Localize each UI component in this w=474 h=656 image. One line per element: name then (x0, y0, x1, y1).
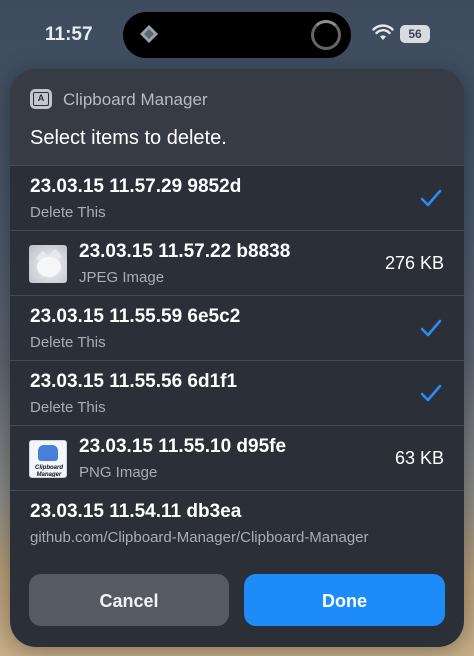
delete-items-sheet: A Clipboard Manager Select items to dele… (10, 69, 464, 647)
shortcuts-icon (140, 25, 158, 43)
checkmark-icon (420, 384, 442, 402)
item-subtitle: Delete This (30, 334, 106, 351)
checkmark-icon (420, 189, 442, 207)
item-subtitle: github.com/Clipboard-Manager/Clipboard-M… (30, 529, 369, 546)
list-item[interactable]: Clipboard Manager 23.03.15 11.55.10 d95f… (10, 425, 464, 490)
item-title: 23.03.15 11.57.22 b8838 (79, 241, 291, 262)
item-title: 23.03.15 11.55.59 6e5c2 (30, 306, 241, 327)
sheet-header: A Clipboard Manager Select items to dele… (10, 69, 464, 165)
thumbnail-logo-text: Clipboard Manager (35, 465, 63, 478)
dynamic-island (123, 12, 351, 58)
item-subtitle: PNG Image (79, 464, 158, 481)
sheet-prompt: Select items to delete. (30, 127, 227, 149)
item-subtitle: Delete This (30, 204, 106, 221)
clipboard-app-icon: A (30, 89, 52, 109)
battery-indicator: 56 (400, 25, 430, 43)
item-title: 23.03.15 11.57.29 9852d (30, 176, 242, 197)
item-size: 276 KB (384, 253, 444, 273)
list-item[interactable]: 23.03.15 11.57.22 b8838 JPEG Image 276 K… (10, 230, 464, 295)
item-size: 63 KB (394, 448, 444, 468)
progress-ring-icon (311, 20, 341, 50)
clipboard-item-list: 23.03.15 11.57.29 9852d Delete This 23.0… (10, 165, 464, 555)
item-title: 23.03.15 11.55.56 6d1f1 (30, 371, 238, 392)
list-item[interactable]: 23.03.15 11.55.56 6d1f1 Delete This (10, 360, 464, 425)
cancel-button[interactable]: Cancel (29, 574, 229, 626)
list-item[interactable]: 23.03.15 11.57.29 9852d Delete This (10, 165, 464, 230)
item-subtitle: JPEG Image (79, 269, 165, 286)
item-title: 23.03.15 11.54.11 db3ea (30, 501, 242, 522)
list-item[interactable]: 23.03.15 11.55.59 6e5c2 Delete This (10, 295, 464, 360)
list-item[interactable]: 23.03.15 11.54.11 db3ea github.com/Clipb… (10, 490, 464, 555)
item-title: 23.03.15 11.55.10 d95fe (79, 436, 287, 457)
wifi-icon (372, 24, 394, 40)
cat-photo-thumbnail (29, 245, 67, 283)
done-button[interactable]: Done (244, 574, 445, 626)
png-image-thumbnail: Clipboard Manager (29, 440, 67, 478)
checkmark-icon (420, 319, 442, 337)
status-time: 11:57 (45, 24, 93, 45)
item-subtitle: Delete This (30, 399, 106, 416)
app-title: Clipboard Manager (63, 90, 208, 109)
